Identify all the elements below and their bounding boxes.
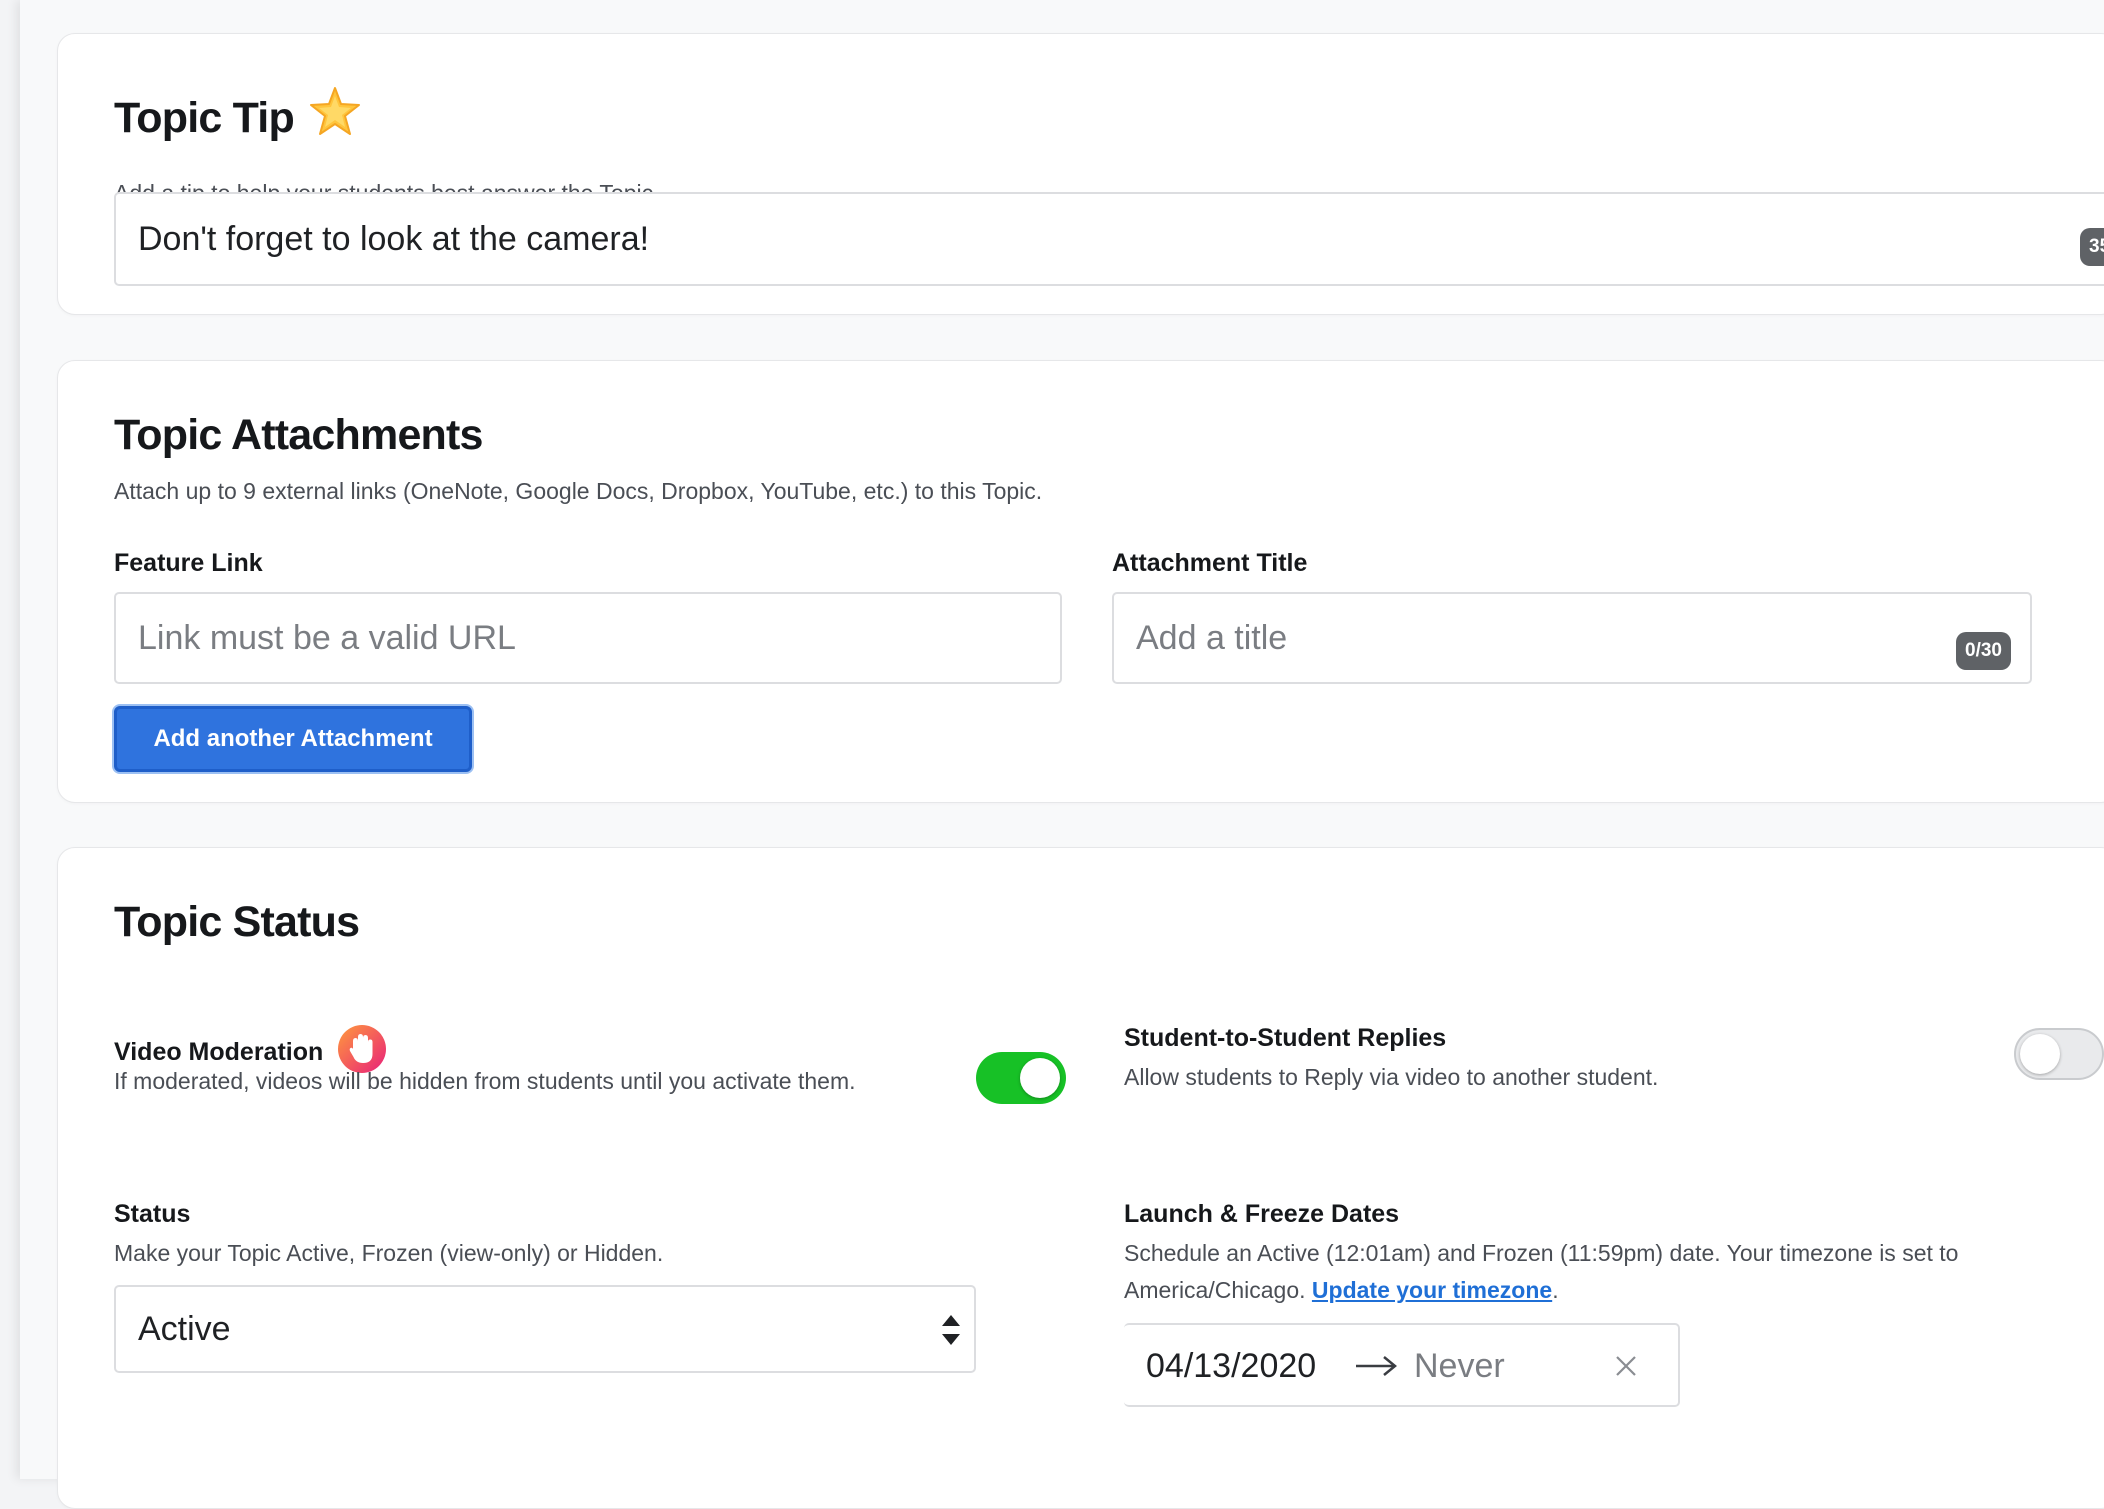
status-select-value[interactable]: Active — [138, 1310, 231, 1349]
topic-attachments-title: Topic Attachments — [114, 411, 483, 459]
add-attachment-button[interactable]: Add another Attachment — [114, 706, 472, 772]
attachment-title-label: Attachment Title — [1112, 549, 1308, 577]
student-replies-description: Allow students to Reply via video to ano… — [1124, 1064, 1659, 1090]
status-description: Make your Topic Active, Frozen (view-onl… — [114, 1240, 664, 1266]
video-moderation-toggle[interactable] — [976, 1052, 1066, 1104]
student-replies-label: Student-to-Student Replies — [1124, 1024, 1447, 1052]
topic-attachments-card: Topic Attachments Attach up to 9 externa… — [57, 360, 2104, 803]
toggle-knob — [2020, 1034, 2060, 1074]
clear-dates-icon[interactable] — [1614, 1354, 1638, 1383]
attachment-title-input[interactable]: Add a title 0/30 — [1112, 592, 2032, 684]
topic-status-title: Topic Status — [114, 898, 360, 946]
select-arrows-icon — [940, 1311, 962, 1354]
topic-tip-card: Topic Tip Add a tip to help your student… — [57, 33, 2104, 315]
dates-description-period: . — [1552, 1277, 1559, 1303]
date-range-picker[interactable]: 04/13/2020 Never — [1124, 1323, 1680, 1407]
dates-description: Schedule an Active (12:01am) and Frozen … — [1124, 1235, 2024, 1309]
topic-tip-input[interactable]: Don't forget to look at the camera! 35/6… — [114, 192, 2104, 286]
attachment-title-char-counter: 0/30 — [1956, 632, 2011, 670]
topic-tip-title: Topic Tip — [114, 94, 295, 142]
launch-date-value[interactable]: 04/13/2020 — [1146, 1347, 1316, 1386]
star-icon — [309, 86, 361, 147]
feature-link-placeholder[interactable]: Link must be a valid URL — [138, 619, 516, 658]
video-moderation-description: If moderated, videos will be hidden from… — [114, 1068, 856, 1094]
topic-tip-heading: Topic Tip — [114, 86, 361, 147]
status-select[interactable]: Active — [114, 1285, 976, 1373]
freeze-date-value[interactable]: Never — [1414, 1347, 1505, 1386]
arrow-right-icon — [1354, 1355, 1398, 1382]
feature-link-label: Feature Link — [114, 549, 263, 577]
topic-attachments-subtitle: Attach up to 9 external links (OneNote, … — [114, 478, 1043, 504]
student-replies-toggle[interactable] — [2014, 1028, 2104, 1080]
topic-tip-char-counter: 35/64 — [2080, 228, 2104, 266]
topic-status-card: Topic Status Video Moderation If moderat… — [57, 847, 2104, 1509]
dates-label: Launch & Freeze Dates — [1124, 1200, 1400, 1228]
feature-link-input[interactable]: Link must be a valid URL — [114, 592, 1062, 684]
status-label: Status — [114, 1200, 191, 1228]
toggle-knob — [1020, 1058, 1060, 1098]
topic-tip-value[interactable]: Don't forget to look at the camera! — [138, 220, 649, 259]
attachment-title-placeholder[interactable]: Add a title — [1136, 619, 1287, 658]
update-timezone-link[interactable]: Update your timezone — [1312, 1277, 1552, 1303]
